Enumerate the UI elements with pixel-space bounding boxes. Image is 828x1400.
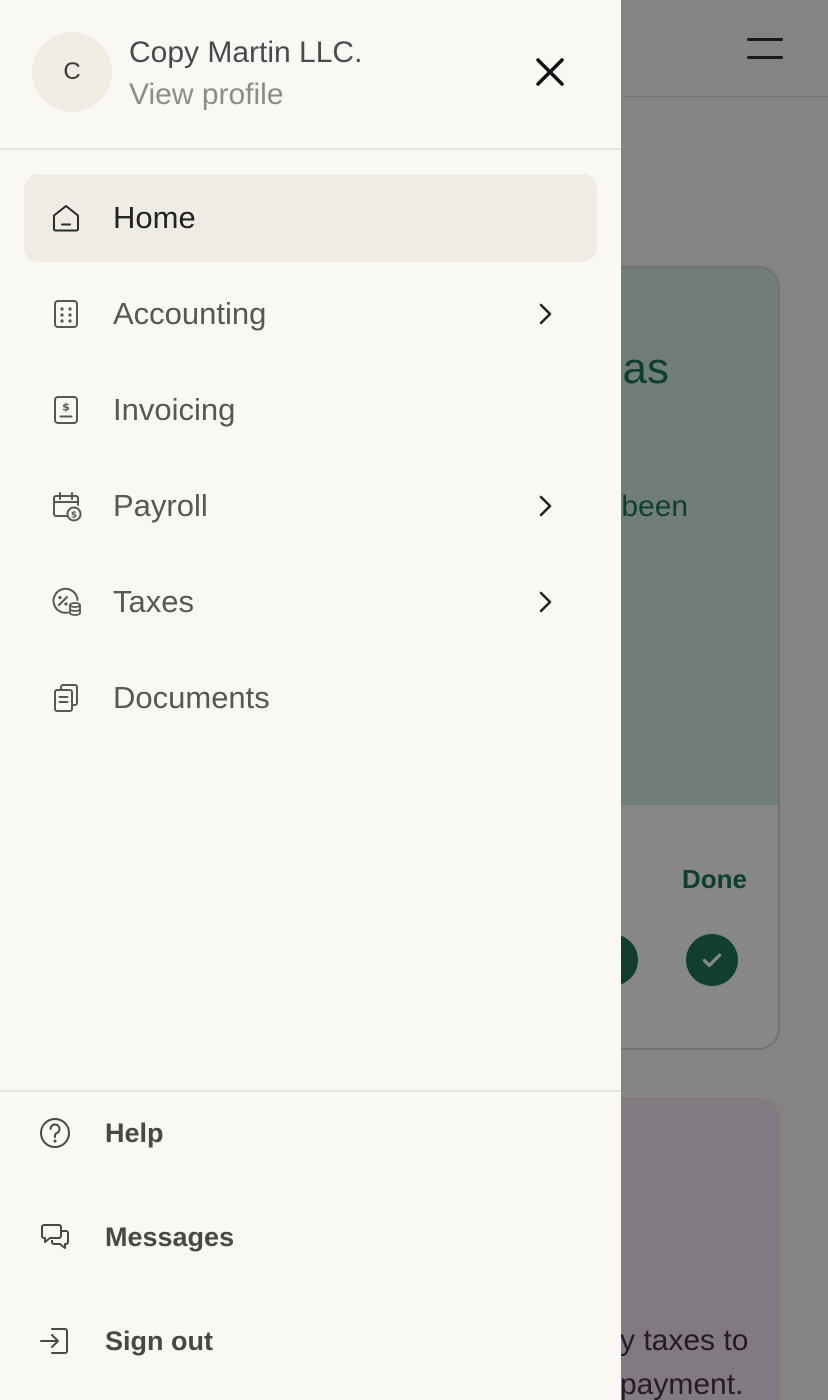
sign-out-label: Sign out [105, 1326, 213, 1356]
nav-label: Taxes [113, 584, 194, 619]
nav-label: Accounting [113, 296, 267, 331]
close-icon [536, 58, 564, 86]
company-name: Copy Martin LLC. [129, 36, 363, 69]
help-label: Help [105, 1118, 164, 1148]
main-nav: Home Accounting $ Invoicing $ Payroll Ta… [24, 174, 597, 750]
nav-item-invoicing[interactable]: $ Invoicing [24, 366, 597, 454]
taxes-icon [50, 586, 82, 618]
nav-item-documents[interactable]: Documents [24, 654, 597, 742]
sign-out-button[interactable]: Sign out [24, 1300, 597, 1380]
messages-button[interactable]: Messages [24, 1196, 597, 1276]
messages-icon [38, 1220, 72, 1254]
svg-text:$: $ [62, 401, 70, 414]
payroll-calendar-icon: $ [50, 490, 82, 522]
calculator-icon [50, 298, 82, 330]
nav-item-payroll[interactable]: $ Payroll [24, 462, 597, 550]
invoice-icon: $ [50, 394, 82, 426]
navigation-drawer: C Copy Martin LLC. View profile Home Acc… [0, 0, 621, 1400]
chevron-right-icon [532, 586, 560, 618]
help-button[interactable]: Help [24, 1092, 597, 1172]
nav-item-accounting[interactable]: Accounting [24, 270, 597, 358]
view-profile-link[interactable]: View profile [129, 78, 284, 112]
nav-label: Invoicing [113, 392, 236, 427]
nav-label: Documents [113, 680, 270, 715]
messages-label: Messages [105, 1222, 235, 1252]
nav-item-home[interactable]: Home [24, 174, 597, 262]
chevron-right-icon [532, 298, 560, 330]
nav-item-taxes[interactable]: Taxes [24, 558, 597, 646]
drawer-footer: Help Messages Sign out [0, 1090, 621, 1400]
chevron-right-icon [532, 490, 560, 522]
documents-icon [50, 682, 82, 714]
drawer-header: C Copy Martin LLC. View profile [0, 0, 621, 150]
nav-label: Payroll [113, 488, 208, 523]
home-icon [50, 202, 82, 234]
help-icon [38, 1116, 72, 1150]
svg-text:$: $ [71, 511, 77, 521]
close-button[interactable] [530, 52, 570, 92]
nav-label: Home [113, 200, 196, 235]
avatar[interactable]: C [32, 32, 112, 112]
sign-out-icon [38, 1324, 72, 1358]
